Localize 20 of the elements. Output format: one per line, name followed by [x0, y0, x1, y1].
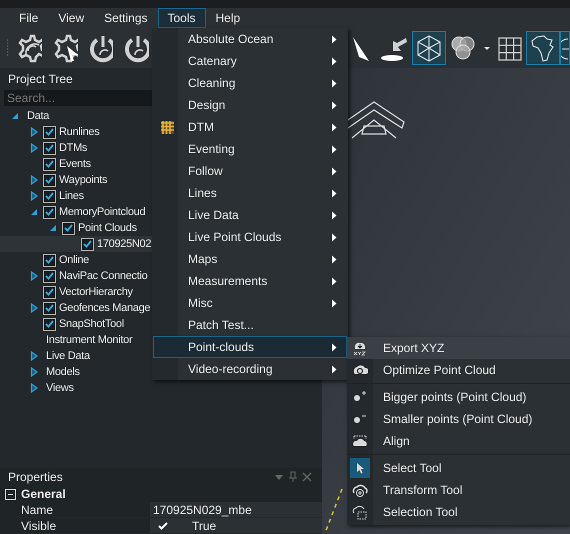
- tree-label: Waypoints: [59, 172, 108, 188]
- tree-label: Data: [27, 108, 50, 124]
- tree-label: Events: [59, 156, 91, 172]
- tree-label: DTMs: [59, 140, 88, 156]
- tree-label: SnapShotTool: [59, 316, 124, 332]
- tree-label: Views: [46, 380, 74, 396]
- section-header: General: [21, 486, 66, 503]
- tree-label: Geofences Manage: [59, 300, 150, 316]
- tree-label: NaviPac Connectio: [59, 268, 148, 284]
- tree-label: Online: [59, 252, 89, 268]
- tree-label: Models: [46, 364, 80, 380]
- tree-label: Lines: [59, 188, 84, 204]
- tree-label: VectorHierarchy: [59, 284, 133, 300]
- tree-label: Runlines: [59, 124, 100, 140]
- tree-label: Live Data: [46, 348, 90, 364]
- tree-label: MemoryPointcloud: [59, 204, 146, 220]
- tree-label: Point Clouds: [78, 220, 137, 236]
- tree-label: 170925N02: [97, 236, 152, 252]
- panel-title: Properties: [8, 469, 63, 486]
- panel-title: Project Tree: [8, 71, 73, 88]
